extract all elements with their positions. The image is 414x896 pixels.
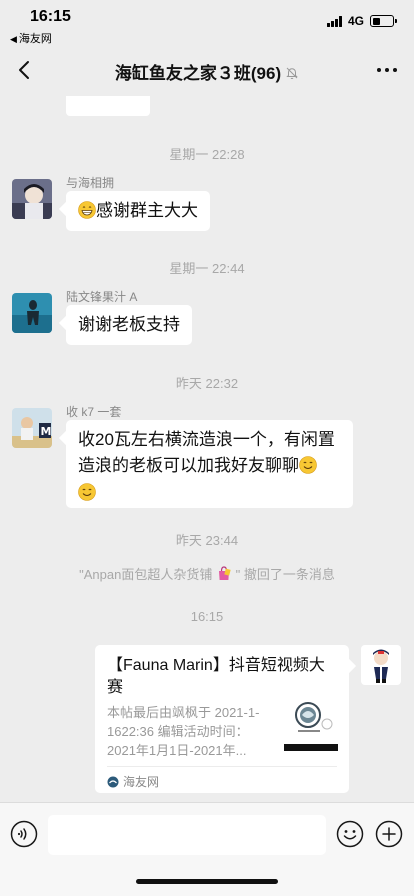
voice-icon[interactable] <box>10 820 38 848</box>
status-time: 16:15 <box>30 8 71 25</box>
timestamp: 星期一 22:28 <box>169 147 245 162</box>
smile-emoji-icon <box>78 483 96 501</box>
chat-title-text: 海缸鱼友之家３班(96) <box>114 64 282 83</box>
shopping-bag-emoji-icon <box>218 566 231 580</box>
recall-user-name[interactable]: Anpan面包超人杂货铺 <box>84 567 213 582</box>
message-text: 收20瓦左右横流造浪一个，有闲置造浪的老板可以加我好友聊聊 <box>78 430 335 475</box>
avatar[interactable] <box>12 179 52 219</box>
smile-emoji-icon <box>299 456 317 474</box>
timestamp: 昨天 23:44 <box>175 533 239 548</box>
source-app-icon <box>107 776 119 787</box>
plus-icon[interactable] <box>375 820 403 848</box>
back-triangle-icon: ◀ <box>10 34 17 44</box>
network-type: 4G <box>347 14 364 28</box>
link-card-source-label: 海友网 <box>123 775 160 789</box>
grin-emoji-icon <box>78 201 96 219</box>
more-dots-icon[interactable] <box>376 62 398 78</box>
back-to-app-link[interactable]: ◀ 海友网 <box>10 30 52 46</box>
sender-name: 收 k7 一套 <box>66 405 122 419</box>
avatar[interactable]: M <box>12 408 52 448</box>
timestamp: 昨天 22:32 <box>175 376 239 391</box>
status-bar: 16:15 ◀ 海友网 4G <box>0 0 414 46</box>
signal-icon <box>326 15 342 27</box>
chat-history[interactable]: 星期一 22:28 与海相拥 感谢群主大大 星期一 22:44 陆文锋果汁 A … <box>0 96 414 802</box>
message-bubble[interactable]: 谢谢老板支持 <box>66 305 192 345</box>
recall-text: " 撤回了一条消息 <box>235 567 335 582</box>
mute-bell-icon <box>286 67 298 80</box>
recall-notice: "Anpan面包超人杂货铺 " 撤回了一条消息 <box>0 564 414 583</box>
message-bubble[interactable]: 感谢群主大大 <box>66 191 210 231</box>
timestamp: 16:15 <box>190 609 224 624</box>
message-bubble[interactable]: 收20瓦左右横流造浪一个，有闲置造浪的老板可以加我好友聊聊 <box>66 420 353 508</box>
sender-name: 与海相拥 <box>66 176 115 190</box>
status-indicators: 4G <box>326 14 397 28</box>
battery-icon <box>370 15 397 27</box>
message-text: 感谢群主大大 <box>96 201 198 220</box>
link-card-message[interactable]: 【Fauna Marin】抖音短视频大赛 本帖最后由飒枫于 2021-1-162… <box>95 645 349 793</box>
sender-name: 陆文锋果汁 A <box>66 290 138 304</box>
svg-text:M: M <box>41 425 52 438</box>
link-card-source: 海友网 <box>107 773 159 790</box>
previous-message-card[interactable] <box>66 96 150 116</box>
chat-title[interactable]: 海缸鱼友之家３班(96) <box>0 59 414 84</box>
nav-bar: 海缸鱼友之家３班(96) <box>0 46 414 96</box>
message-text: 谢谢老板支持 <box>78 315 180 334</box>
link-card-description: 本帖最后由飒枫于 2021-1-1622:36 编辑活动时间：2021年1月1日… <box>107 705 260 758</box>
link-card-thumbnail <box>284 697 338 751</box>
home-indicator[interactable] <box>136 879 278 884</box>
avatar[interactable] <box>12 293 52 333</box>
back-app-label: 海友网 <box>18 33 52 45</box>
message-input[interactable] <box>48 815 326 855</box>
link-card-divider <box>107 766 337 767</box>
timestamp: 星期一 22:44 <box>169 261 245 276</box>
link-card-title: 【Fauna Marin】抖音短视频大赛 <box>107 657 325 696</box>
emoji-icon[interactable] <box>336 820 364 848</box>
self-avatar[interactable] <box>361 645 401 685</box>
